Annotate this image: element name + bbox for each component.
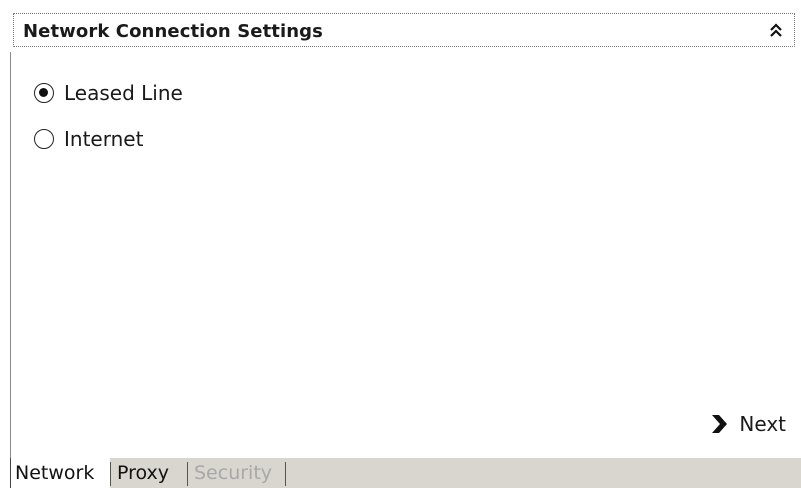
radio-label-internet: Internet — [64, 127, 144, 151]
tab-divider — [187, 462, 188, 486]
panel-body: Leased Line Internet Next — [10, 52, 796, 458]
double-chevron-up-icon — [770, 23, 782, 37]
chevron-right-icon — [712, 415, 728, 433]
collapse-button[interactable] — [764, 19, 788, 41]
tab-divider — [285, 462, 286, 486]
radio-button-internet[interactable] — [34, 129, 54, 149]
next-button-label: Next — [739, 412, 786, 436]
tab-security-label: Security — [194, 462, 273, 484]
radio-option-internet[interactable]: Internet — [34, 127, 143, 151]
tab-divider — [110, 462, 111, 486]
radio-label-leased-line: Leased Line — [64, 81, 183, 105]
panel-header: Network Connection Settings — [13, 13, 795, 47]
radio-button-leased-line[interactable] — [34, 83, 54, 103]
next-button[interactable]: Next — [709, 412, 786, 436]
radio-option-leased-line[interactable]: Leased Line — [34, 81, 183, 105]
tab-proxy[interactable]: Proxy — [113, 458, 187, 488]
tab-bar: Network Proxy Security — [10, 458, 801, 488]
tab-security: Security — [190, 458, 285, 488]
panel-title: Network Connection Settings — [23, 21, 323, 42]
tab-network-label: Network — [15, 462, 95, 484]
tab-network[interactable]: Network — [10, 458, 110, 488]
tab-proxy-label: Proxy — [117, 462, 170, 484]
